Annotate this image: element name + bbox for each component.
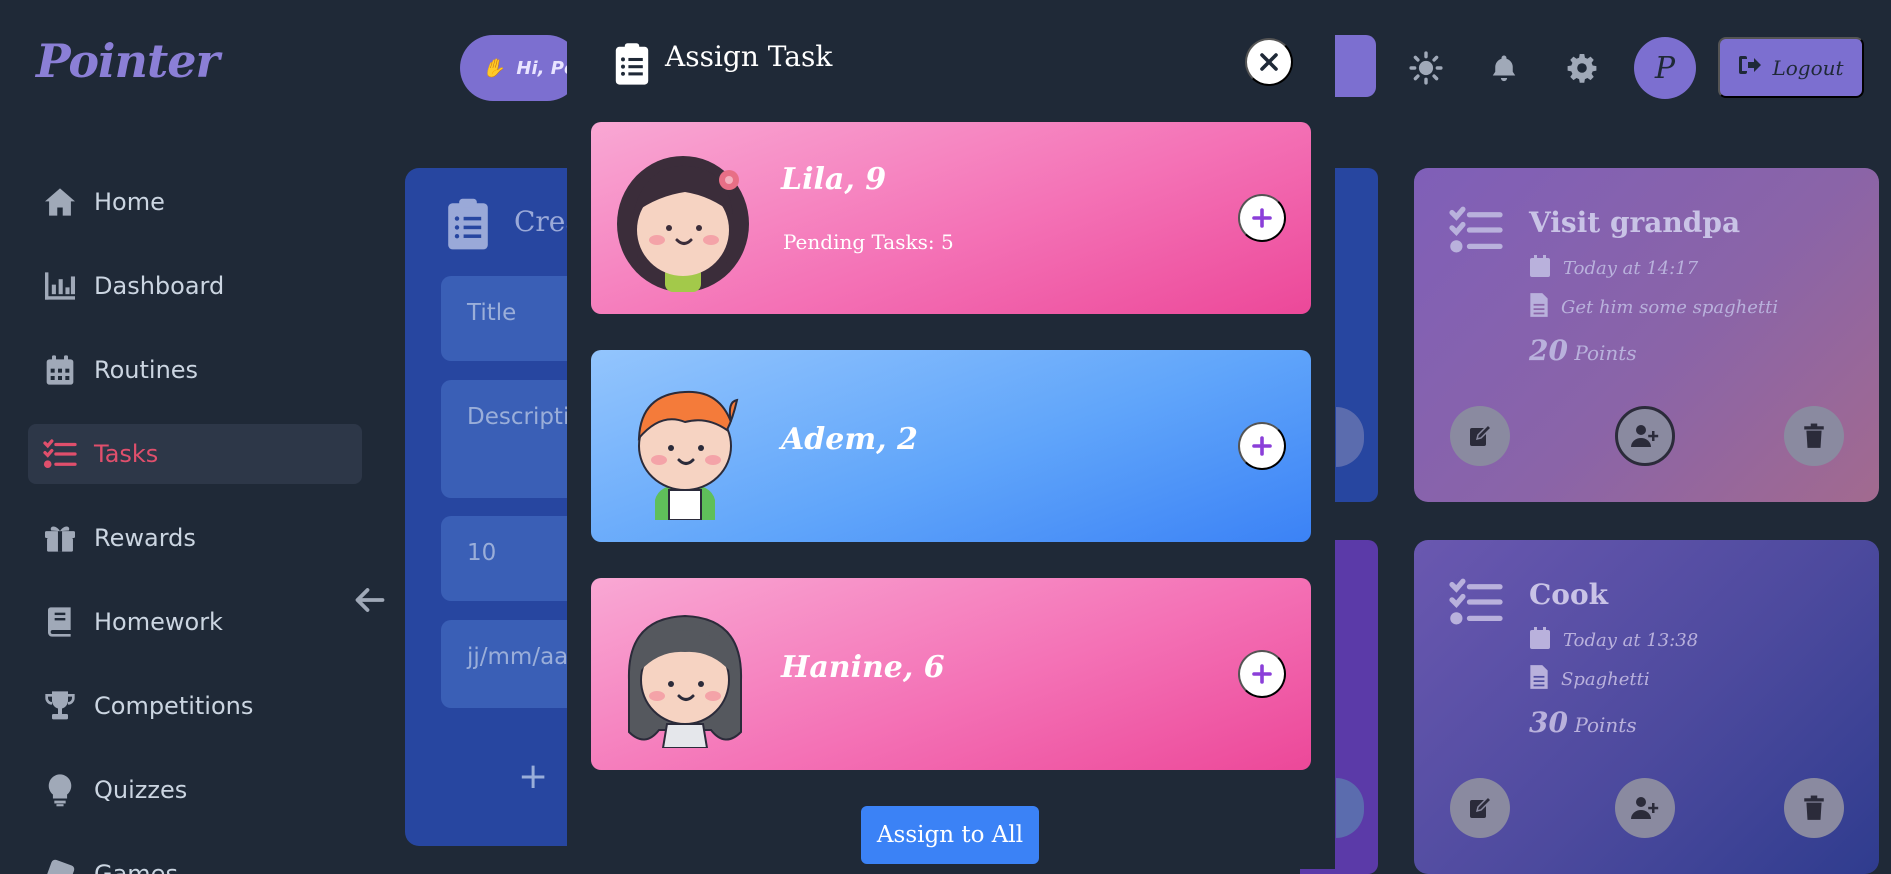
tasks-icon xyxy=(42,436,78,472)
task-description: Get him some spaghetti xyxy=(1529,292,1778,323)
sidebar-item-homework[interactable]: Homework xyxy=(28,592,362,652)
gift-icon xyxy=(42,520,78,556)
task-list-icon xyxy=(1448,206,1504,258)
task-description-text: Get him some spaghetti xyxy=(1561,297,1779,318)
sidebar-item-competitions[interactable]: Competitions xyxy=(28,676,362,736)
assign-task-button[interactable] xyxy=(1615,406,1675,466)
calendar-icon xyxy=(42,352,78,388)
task-title: Cook xyxy=(1529,578,1609,611)
task-points: 20 Points xyxy=(1529,334,1637,367)
logout-icon xyxy=(1738,54,1762,81)
sidebar-item-home[interactable]: Home xyxy=(28,172,362,232)
task-card: Visit grandpa Today at 14:17 Get him som… xyxy=(1414,168,1879,502)
task-title: Visit grandpa xyxy=(1529,206,1741,239)
document-icon xyxy=(1529,292,1549,323)
clipboard-icon xyxy=(446,196,490,254)
sidebar-item-label: Games xyxy=(94,860,178,874)
assign-kid-button[interactable] xyxy=(1238,650,1286,698)
task-points: 30 Points xyxy=(1529,706,1637,739)
task-date-text: Today at 14:17 xyxy=(1563,258,1699,279)
sidebar-item-dashboard[interactable]: Dashboard xyxy=(28,256,362,316)
logout-button[interactable]: Logout xyxy=(1718,37,1864,98)
girl-avatar-icon xyxy=(615,600,755,749)
kid-name: Lila, 9 xyxy=(781,162,887,197)
task-points-number: 20 xyxy=(1529,334,1568,367)
task-points-number: 30 xyxy=(1529,706,1568,739)
assign-kid-button[interactable] xyxy=(1238,194,1286,242)
logout-label: Logout xyxy=(1772,55,1844,80)
task-points-label: Points xyxy=(1574,341,1637,365)
close-modal-button[interactable] xyxy=(1245,38,1293,86)
lightbulb-icon xyxy=(42,772,78,808)
book-icon xyxy=(42,604,78,640)
edit-task-button[interactable] xyxy=(1450,406,1510,466)
clipboard-list-icon xyxy=(614,40,650,90)
sidebar-item-label: Tasks xyxy=(94,440,159,468)
user-avatar[interactable]: P xyxy=(1634,37,1696,99)
task-card: Cook Today at 13:38 Spaghetti 30 Points xyxy=(1414,540,1879,874)
gear-icon[interactable] xyxy=(1562,48,1602,88)
sidebar-item-label: Routines xyxy=(94,356,199,384)
task-list-icon xyxy=(1448,578,1504,630)
task-description-text: Spaghetti xyxy=(1561,669,1650,690)
task-points-label: Points xyxy=(1574,713,1637,737)
calendar-icon xyxy=(1529,626,1551,655)
kid-name: Hanine, 6 xyxy=(781,650,945,685)
task-date-text: Today at 13:38 xyxy=(1563,630,1699,651)
sidebar-item-tasks[interactable]: Tasks xyxy=(28,424,362,484)
chart-icon xyxy=(42,268,78,304)
modal-title: Assign Task xyxy=(665,40,833,73)
kid-card-lila[interactable]: Lila, 9 Pending Tasks: 5 xyxy=(591,122,1311,314)
collapse-sidebar-arrow-icon[interactable] xyxy=(352,582,388,618)
greeting-pill: ✋ Hi, Po xyxy=(460,35,580,101)
task-date: Today at 13:38 xyxy=(1529,626,1698,655)
trophy-icon xyxy=(42,688,78,724)
sidebar-item-label: Competitions xyxy=(94,692,254,720)
sidebar-item-label: Rewards xyxy=(94,524,196,552)
sidebar-item-label: Dashboard xyxy=(94,272,225,300)
kid-card-adem[interactable]: Adem, 2 xyxy=(591,350,1311,542)
kid-name: Adem, 2 xyxy=(781,422,918,457)
sun-icon[interactable] xyxy=(1406,48,1446,88)
sidebar-item-rewards[interactable]: Rewards xyxy=(28,508,362,568)
sidebar-item-games[interactable]: Games xyxy=(28,844,362,874)
calendar-icon xyxy=(1529,254,1551,283)
wave-hand-icon: ✋ xyxy=(482,57,505,79)
home-icon xyxy=(42,184,78,220)
boy-avatar-icon xyxy=(615,372,755,521)
delete-task-button[interactable] xyxy=(1784,406,1844,466)
sidebar-item-quizzes[interactable]: Quizzes xyxy=(28,760,362,820)
app-logo[interactable]: Pointer xyxy=(36,34,220,88)
sidebar-item-label: Quizzes xyxy=(94,776,188,804)
sidebar-item-label: Home xyxy=(94,188,165,216)
task-date: Today at 14:17 xyxy=(1529,254,1698,283)
assign-kid-button[interactable] xyxy=(1238,422,1286,470)
bell-icon[interactable] xyxy=(1484,48,1524,88)
kid-pending-tasks: Pending Tasks: 5 xyxy=(783,230,954,254)
edit-task-button[interactable] xyxy=(1450,778,1510,838)
delete-task-button[interactable] xyxy=(1784,778,1844,838)
dice-icon xyxy=(42,856,78,874)
sidebar-item-routines[interactable]: Routines xyxy=(28,340,362,400)
assign-to-all-button[interactable]: Assign to All xyxy=(861,806,1039,864)
sidebar-item-label: Homework xyxy=(94,608,223,636)
girl-avatar-icon xyxy=(615,144,755,292)
task-description: Spaghetti xyxy=(1529,664,1650,695)
document-icon xyxy=(1529,664,1549,695)
create-task-add-icon[interactable]: + xyxy=(518,756,548,797)
kid-card-hanine[interactable]: Hanine, 6 xyxy=(591,578,1311,770)
assign-task-button[interactable] xyxy=(1615,778,1675,838)
